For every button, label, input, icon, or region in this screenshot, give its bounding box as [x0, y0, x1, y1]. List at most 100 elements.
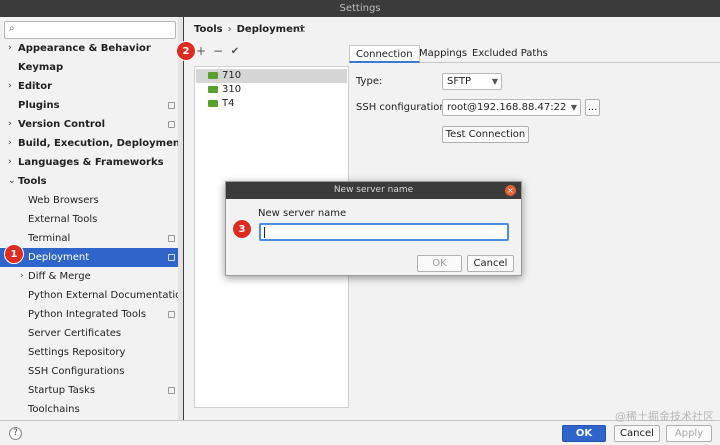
- sidebar-item-label: Keymap: [18, 62, 64, 73]
- server-label: 710: [222, 70, 242, 81]
- sidebar-item[interactable]: › Diff & Merge: [0, 267, 182, 286]
- watermark: @稀土掘金技术社区: [615, 410, 714, 423]
- sidebar-item[interactable]: Web Browsers: [0, 191, 182, 210]
- chevron-icon[interactable]: ›: [8, 77, 12, 96]
- apply-button[interactable]: Apply: [666, 425, 712, 442]
- project-scope-icon: [297, 26, 305, 32]
- project-scope-icon: [168, 387, 175, 394]
- sidebar-item-label: Version Control: [18, 119, 106, 130]
- sidebar-scrollbar[interactable]: [178, 17, 183, 420]
- sidebar-item[interactable]: Server Certificates: [0, 324, 182, 343]
- project-scope-icon: [168, 311, 175, 318]
- new-server-name-dialog: New server name × New server name OK Can…: [225, 181, 522, 276]
- chevron-down-icon: ▼: [570, 103, 577, 112]
- project-scope-icon: [168, 121, 175, 128]
- sidebar-item[interactable]: Settings Repository: [0, 343, 182, 362]
- tab-mappings[interactable]: Mappings: [413, 45, 473, 63]
- sidebar-item-label: Terminal: [28, 233, 71, 244]
- sidebar-item[interactable]: Python Integrated Tools: [0, 305, 182, 324]
- ok-button[interactable]: OK: [562, 425, 606, 442]
- project-scope-icon: [168, 235, 175, 242]
- sidebar-item[interactable]: Toolchains: [0, 400, 182, 419]
- chevron-icon[interactable]: ›: [8, 115, 12, 134]
- settings-search-input[interactable]: ⌕: [4, 21, 176, 39]
- sidebar-item-label: Toolchains: [28, 404, 80, 415]
- close-icon[interactable]: ×: [505, 185, 516, 196]
- chevron-icon[interactable]: ›: [20, 267, 24, 286]
- browse-ssh-button[interactable]: ...: [585, 99, 600, 116]
- sidebar-item-label: Tools: [18, 176, 47, 187]
- sidebar-item-label: Startup Tasks: [28, 385, 96, 396]
- sidebar-item-label: Server Certificates: [28, 328, 122, 339]
- sidebar-item[interactable]: › Editor: [0, 77, 182, 96]
- sidebar-item-label: Languages & Frameworks: [18, 157, 164, 168]
- ssh-configuration-select[interactable]: root@192.168.88.47:22 ▼: [442, 99, 581, 116]
- server-label: 310: [222, 84, 242, 95]
- server-name-label: New server name: [258, 208, 347, 219]
- sftp-server-icon: [208, 72, 218, 79]
- project-scope-icon: [168, 254, 175, 261]
- chevron-icon[interactable]: ›: [8, 39, 12, 58]
- sidebar-item[interactable]: Terminal: [0, 229, 182, 248]
- sidebar-item-label: Python Integrated Tools: [28, 309, 147, 320]
- dialog-footer: ? OK Cancel Apply: [0, 420, 720, 445]
- window-title: Settings: [339, 3, 381, 14]
- sidebar-item-label: Web Browsers: [28, 195, 99, 206]
- text-cursor: [264, 227, 265, 238]
- sidebar-item-label: Appearance & Behavior: [18, 43, 151, 54]
- ssh-configuration-label: SSH configuration:: [356, 102, 450, 113]
- sftp-server-icon: [208, 86, 218, 93]
- remove-server-button[interactable]: −: [211, 44, 225, 58]
- project-scope-icon: [168, 102, 175, 109]
- ssh-configuration-value: root@192.168.88.47:22: [447, 102, 567, 113]
- breadcrumb-current: Deployment: [236, 24, 305, 35]
- sidebar-item[interactable]: Keymap: [0, 58, 182, 77]
- step-marker: 1: [4, 244, 24, 264]
- set-default-server-button[interactable]: ✔: [228, 46, 242, 57]
- type-label: Type:: [356, 76, 383, 87]
- sidebar-item[interactable]: › Languages & Frameworks: [0, 153, 182, 172]
- sidebar-item[interactable]: › Build, Execution, Deployment: [0, 134, 183, 153]
- sidebar-item[interactable]: Startup Tasks: [0, 381, 182, 400]
- chevron-down-icon: ▼: [491, 77, 498, 86]
- sidebar-item-label: SSH Configurations: [28, 366, 125, 377]
- tab-connection[interactable]: Connection: [349, 45, 420, 63]
- help-icon[interactable]: ?: [9, 427, 22, 440]
- chevron-icon[interactable]: ›: [8, 134, 12, 153]
- sidebar-item-label: Build, Execution, Deployment: [18, 138, 183, 149]
- dialog-cancel-button[interactable]: Cancel: [467, 255, 514, 272]
- sftp-server-icon: [208, 100, 218, 107]
- server-tabs: Connection Mappings Excluded Paths: [349, 45, 720, 63]
- chevron-icon[interactable]: ›: [8, 153, 12, 172]
- server-label: T4: [222, 98, 235, 109]
- breadcrumb-parent[interactable]: Tools: [194, 24, 223, 35]
- breadcrumb: Tools › Deployment: [194, 24, 305, 35]
- server-item[interactable]: 710: [196, 69, 347, 83]
- dialog-ok-button[interactable]: OK: [417, 255, 462, 272]
- sidebar-item[interactable]: Python External Documentation: [0, 286, 182, 305]
- sidebar-item-label: Deployment: [28, 252, 90, 263]
- sidebar-item[interactable]: › Appearance & Behavior: [0, 39, 182, 58]
- type-select[interactable]: SFTP ▼: [442, 73, 502, 90]
- cancel-button[interactable]: Cancel: [614, 425, 660, 442]
- sidebar-item-label: External Tools: [28, 214, 98, 225]
- search-icon: ⌕: [9, 23, 15, 34]
- server-item[interactable]: 310: [196, 83, 347, 97]
- sidebar-item[interactable]: Plugins: [0, 96, 182, 115]
- sidebar-item[interactable]: › Version Control: [0, 115, 182, 134]
- sidebar-item-label: Plugins: [18, 100, 60, 111]
- settings-sidebar: ⌕ › Appearance & Behavior Keymap › Editor Plu…: [0, 17, 183, 420]
- sidebar-item[interactable]: SSH Configurations: [0, 362, 182, 381]
- sidebar-item[interactable]: Deployment: [0, 248, 182, 267]
- test-connection-button[interactable]: Test Connection: [442, 126, 529, 143]
- server-item[interactable]: T4: [196, 97, 347, 111]
- type-value: SFTP: [447, 76, 472, 87]
- sidebar-item-label: Diff & Merge: [28, 271, 91, 282]
- sidebar-item[interactable]: ⌄ Tools: [0, 172, 182, 191]
- chevron-icon[interactable]: ⌄: [8, 172, 16, 191]
- add-server-button[interactable]: +: [194, 44, 208, 58]
- tab-excluded-paths[interactable]: Excluded Paths: [466, 45, 554, 63]
- server-name-input[interactable]: [259, 223, 509, 241]
- breadcrumb-separator: ›: [227, 24, 232, 35]
- sidebar-item[interactable]: External Tools: [0, 210, 182, 229]
